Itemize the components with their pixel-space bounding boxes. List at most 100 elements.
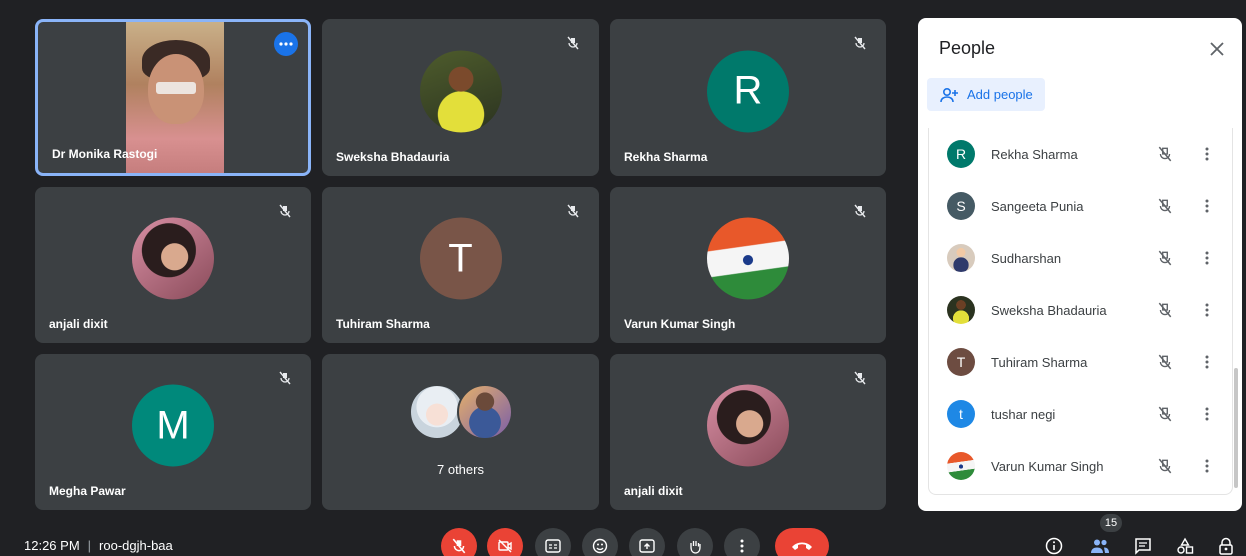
mic-off-icon[interactable] <box>1153 454 1177 478</box>
tile-name: anjali dixit <box>49 317 108 331</box>
panel-title: People <box>939 38 996 58</box>
mic-off-icon <box>848 31 872 55</box>
people-icon[interactable] <box>1086 534 1114 556</box>
raise-hand-button[interactable] <box>677 528 713 556</box>
tile-anjali-dixit[interactable]: anjali dixit <box>35 187 311 343</box>
chat-icon[interactable] <box>1129 534 1157 556</box>
more-vert-icon[interactable] <box>1197 350 1217 374</box>
present-button[interactable] <box>629 528 665 556</box>
participant-row[interactable]: Sweksha Bhadauria <box>929 284 1234 336</box>
tile-rekha-sharma[interactable]: R Rekha Sharma <box>610 19 886 176</box>
present-icon <box>639 539 655 553</box>
scrollbar[interactable] <box>1234 368 1238 488</box>
tile-megha-pawar[interactable]: M Megha Pawar <box>35 354 311 510</box>
camera-off-icon <box>498 539 512 553</box>
participant-row[interactable]: T Tuhiram Sharma <box>929 336 1234 388</box>
mic-off-icon <box>273 199 297 223</box>
person-add-icon <box>940 87 958 102</box>
tile-name: Megha Pawar <box>49 484 126 498</box>
leave-call-button[interactable] <box>775 528 829 556</box>
mic-off-icon[interactable] <box>1153 298 1177 322</box>
avatar <box>947 296 975 324</box>
participant-name: Varun Kumar Singh <box>991 458 1104 474</box>
more-vert-icon[interactable] <box>1197 194 1217 218</box>
call-end-icon <box>792 542 812 550</box>
others-label: 7 others <box>437 462 484 477</box>
participant-count-badge: 15 <box>1100 514 1122 532</box>
participant-row[interactable]: S Sangeeta Punia <box>929 180 1234 232</box>
tile-name: Varun Kumar Singh <box>624 317 736 331</box>
participant-row[interactable]: t tushar negi <box>929 388 1234 440</box>
avatar: S <box>947 192 975 220</box>
participant-name: Sweksha Bhadauria <box>991 302 1107 318</box>
mic-off-icon <box>452 538 466 554</box>
participant-name: Rekha Sharma <box>991 146 1078 162</box>
tile-sweksha-bhadauria[interactable]: Sweksha Bhadauria <box>322 19 599 176</box>
clock: 12:26 PM <box>24 538 80 553</box>
bottom-bar: 12:26 PM | roo-dgjh-baa 15 <box>0 514 1246 556</box>
tile-name: Sweksha Bhadauria <box>336 150 450 164</box>
mic-off-icon[interactable] <box>1153 246 1177 270</box>
mic-off-icon <box>273 366 297 390</box>
mic-off-icon <box>561 199 585 223</box>
mic-off-icon[interactable] <box>1153 402 1177 426</box>
more-vert-icon[interactable] <box>1197 298 1217 322</box>
mic-off-icon[interactable] <box>1153 194 1177 218</box>
participant-row[interactable]: Varun Kumar Singh <box>929 440 1234 492</box>
mic-off-icon <box>848 199 872 223</box>
avatar-photo <box>132 217 214 300</box>
more-options-icon[interactable] <box>274 32 298 56</box>
avatar: R <box>947 140 975 168</box>
add-people-button[interactable]: Add people <box>927 78 1045 111</box>
emoji-icon <box>592 538 608 554</box>
avatar-photo <box>419 49 502 132</box>
tile-tuhiram-sharma[interactable]: T Tuhiram Sharma <box>322 187 599 343</box>
tile-name: Tuhiram Sharma <box>336 317 430 331</box>
more-vert-icon[interactable] <box>1197 246 1217 270</box>
flag-avatar <box>947 452 975 480</box>
tile-name: anjali dixit <box>624 484 683 498</box>
mic-off-icon[interactable] <box>1153 350 1177 374</box>
tile-name: Rekha Sharma <box>624 150 708 164</box>
camera-toggle-button[interactable] <box>487 528 523 556</box>
participant-name: Tuhiram Sharma <box>991 354 1088 370</box>
tile-name: Dr Monika Rastogi <box>52 147 158 161</box>
participant-row[interactable]: Sudharshan <box>929 232 1234 284</box>
participant-list: R Rekha Sharma S Sangeeta Punia Sudharsh… <box>928 128 1233 495</box>
participant-name: Sudharshan <box>991 250 1062 266</box>
more-vert-icon[interactable] <box>1197 402 1217 426</box>
captions-icon <box>545 539 561 553</box>
avatar-letter: T <box>419 217 502 300</box>
mic-toggle-button[interactable] <box>441 528 477 556</box>
mic-off-icon <box>848 366 872 390</box>
avatar-photo <box>707 384 789 467</box>
more-vert-icon[interactable] <box>1197 454 1217 478</box>
close-icon[interactable] <box>1204 36 1230 62</box>
flag-avatar <box>707 217 789 300</box>
meeting-code: roo-dgjh-baa <box>99 538 173 553</box>
captions-button[interactable] <box>535 528 571 556</box>
tile-dr-monika-rastogi[interactable]: Dr Monika Rastogi <box>35 19 311 176</box>
more-vert-icon <box>740 539 744 553</box>
avatar-letter: M <box>132 384 214 467</box>
tile-varun-kumar-singh[interactable]: Varun Kumar Singh <box>610 187 886 343</box>
hand-icon <box>690 541 701 554</box>
people-panel: People Add people R Rekha Sharma S Sange… <box>918 18 1242 511</box>
mic-off-icon <box>561 31 585 55</box>
reactions-button[interactable] <box>582 528 618 556</box>
avatar-letter: R <box>707 49 789 132</box>
add-people-label: Add people <box>967 87 1033 102</box>
avatar: t <box>947 400 975 428</box>
activities-icon[interactable] <box>1171 534 1199 556</box>
lock-person-icon[interactable] <box>1212 534 1240 556</box>
info-icon[interactable] <box>1040 534 1068 556</box>
more-options-button[interactable] <box>724 528 760 556</box>
participant-name: tushar negi <box>991 406 1056 422</box>
meeting-info: 12:26 PM | roo-dgjh-baa <box>24 538 173 553</box>
participant-row[interactable]: R Rekha Sharma <box>929 128 1234 180</box>
avatar: T <box>947 348 975 376</box>
tile-others[interactable]: 7 others <box>322 354 599 510</box>
tile-anjali-dixit-2[interactable]: anjali dixit <box>610 354 886 510</box>
more-vert-icon[interactable] <box>1197 142 1217 166</box>
mic-off-icon[interactable] <box>1153 142 1177 166</box>
